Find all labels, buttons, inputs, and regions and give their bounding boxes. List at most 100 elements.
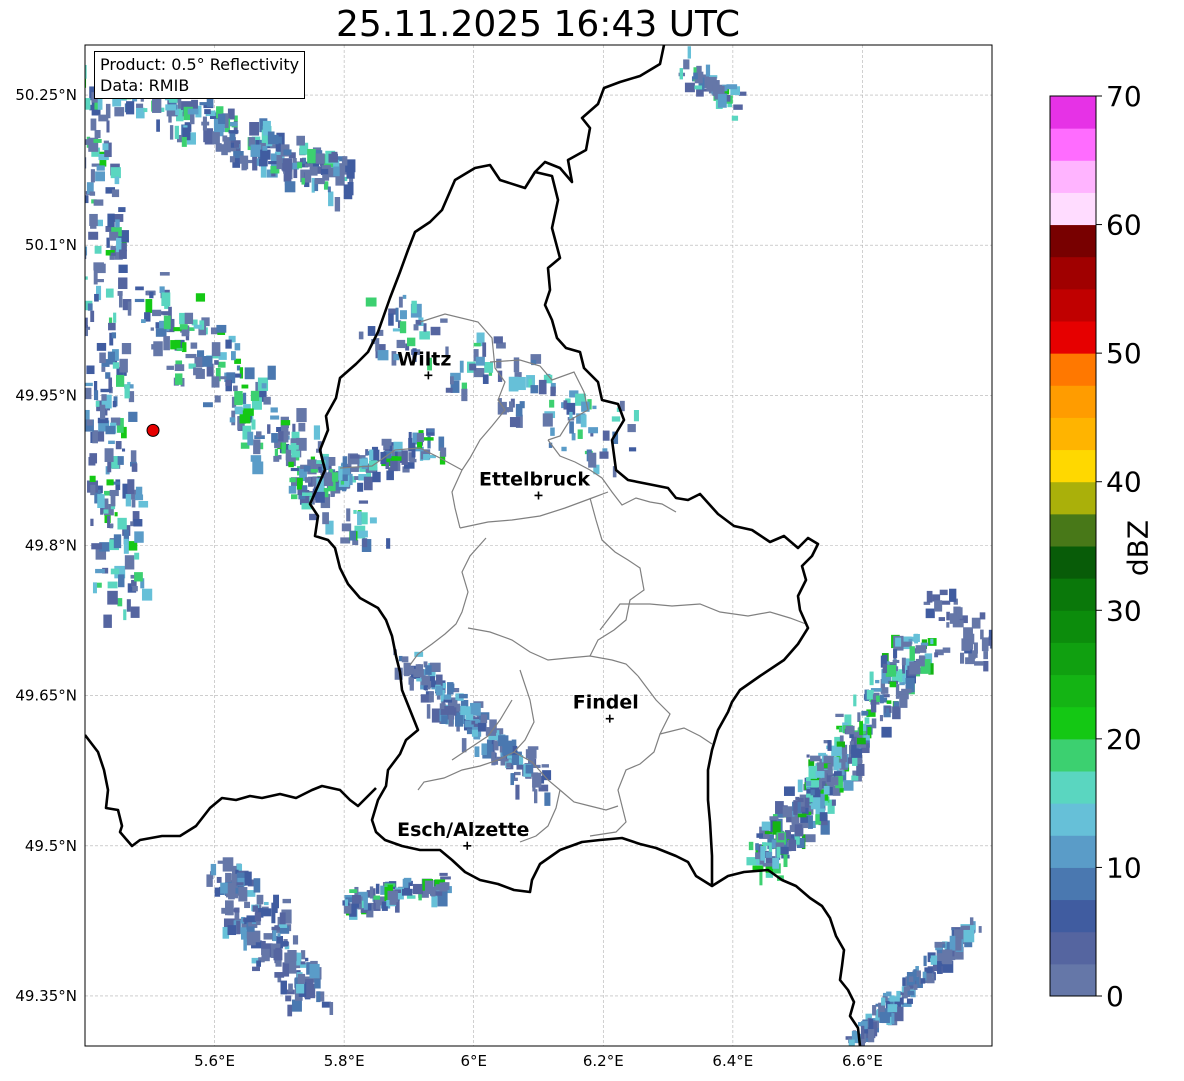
echo-cell	[445, 387, 453, 393]
echo-cell	[550, 427, 555, 436]
echo-cell	[762, 863, 773, 867]
echo-cell	[331, 151, 338, 159]
echo-cell	[887, 664, 897, 677]
echo-cell	[288, 445, 299, 450]
echo-cell	[315, 153, 325, 164]
echo-cell	[174, 364, 185, 372]
echo-cell	[797, 779, 803, 793]
echo-cell	[250, 144, 262, 157]
echo-cell	[66, 147, 76, 157]
echo-cell	[278, 924, 288, 928]
echo-cell	[127, 301, 132, 316]
echo-cell	[179, 312, 186, 325]
echo-cell	[358, 331, 364, 340]
echo-cell	[229, 132, 236, 141]
echo-cell	[318, 466, 322, 473]
echo-cell	[246, 926, 255, 932]
echo-cell	[135, 107, 145, 119]
echo-cell	[243, 938, 247, 951]
echo-cell	[830, 776, 839, 786]
echo-cell	[937, 961, 942, 974]
echo-cell	[184, 312, 194, 325]
echo-cell	[185, 353, 197, 359]
echo-cell	[307, 148, 316, 164]
lon-tick-label: 5.8°E	[324, 1052, 365, 1070]
echo-cell	[69, 204, 78, 217]
echo-cell	[88, 231, 99, 240]
echo-cell	[241, 384, 249, 389]
echo-cell	[66, 105, 77, 110]
echo-cell	[440, 709, 449, 715]
echo-cell	[211, 376, 220, 388]
echo-cell	[101, 394, 107, 401]
echo-cell	[901, 657, 906, 666]
echo-cell	[80, 342, 84, 345]
echo-cell	[114, 176, 120, 185]
echo-cell	[793, 800, 798, 815]
echo-cell	[130, 574, 135, 579]
echo-cell	[112, 400, 117, 408]
echo-cell	[134, 572, 143, 582]
colorbar-segment	[1050, 160, 1096, 193]
echo-cell	[759, 870, 763, 886]
echo-cell	[296, 135, 305, 146]
echo-cell	[105, 425, 116, 435]
echo-cell	[827, 740, 832, 751]
colorbar-segment	[1050, 931, 1096, 965]
echo-cell	[231, 351, 236, 361]
echo-cell	[322, 174, 330, 181]
echo-cell	[369, 449, 374, 461]
echo-cell	[106, 479, 114, 486]
echo-cell	[159, 272, 170, 276]
echo-cell	[401, 450, 408, 465]
echo-cell	[225, 379, 231, 386]
echo-cell	[868, 1028, 875, 1043]
echo-cell	[128, 411, 138, 422]
echo-cell	[93, 138, 102, 143]
echo-cell	[860, 1025, 865, 1039]
radar-map: WiltzEttelbruckFindelEsch/Alzette 5.6°E 5…	[15, 44, 1142, 1070]
echo-cell	[627, 424, 636, 433]
echo-cell	[679, 68, 684, 80]
echo-cell	[278, 431, 284, 442]
echo-cell	[112, 362, 120, 369]
echo-cell	[938, 617, 946, 622]
echo-cell	[920, 978, 926, 984]
echo-cell	[460, 706, 471, 716]
echo-cell	[193, 367, 203, 376]
echo-cell	[980, 629, 984, 640]
echo-cell	[406, 337, 416, 347]
echo-cell	[96, 279, 104, 283]
echo-cell	[705, 64, 711, 77]
echo-cell	[332, 472, 339, 482]
echo-cell	[879, 714, 884, 722]
echo-cell	[363, 476, 373, 491]
echo-cell	[848, 1039, 855, 1046]
echo-cell	[994, 665, 997, 669]
echo-cell	[408, 677, 413, 685]
colorbar-segment	[1050, 803, 1096, 836]
echo-cell	[1003, 642, 1010, 652]
echo-cell	[75, 215, 83, 224]
echo-cell	[875, 679, 880, 684]
echo-cell	[349, 530, 357, 541]
echo-cell	[484, 361, 494, 373]
echo-cell	[161, 292, 171, 307]
echo-cell	[373, 895, 380, 900]
colorbar-segment	[1050, 128, 1096, 161]
echo-cell	[289, 477, 296, 483]
echo-cell	[387, 884, 393, 892]
echo-cell	[174, 125, 179, 139]
echo-cell	[86, 365, 95, 375]
echo-cell	[276, 154, 283, 170]
echo-cell	[121, 343, 132, 355]
echo-cell	[190, 342, 198, 349]
echo-cell	[561, 446, 567, 452]
echo-cell	[282, 898, 292, 904]
echo-cell	[277, 933, 281, 937]
echo-cell	[298, 422, 306, 432]
echo-cell	[280, 420, 291, 426]
echo-cell	[270, 153, 277, 168]
echo-cell	[493, 740, 499, 751]
echo-cell	[99, 352, 106, 364]
